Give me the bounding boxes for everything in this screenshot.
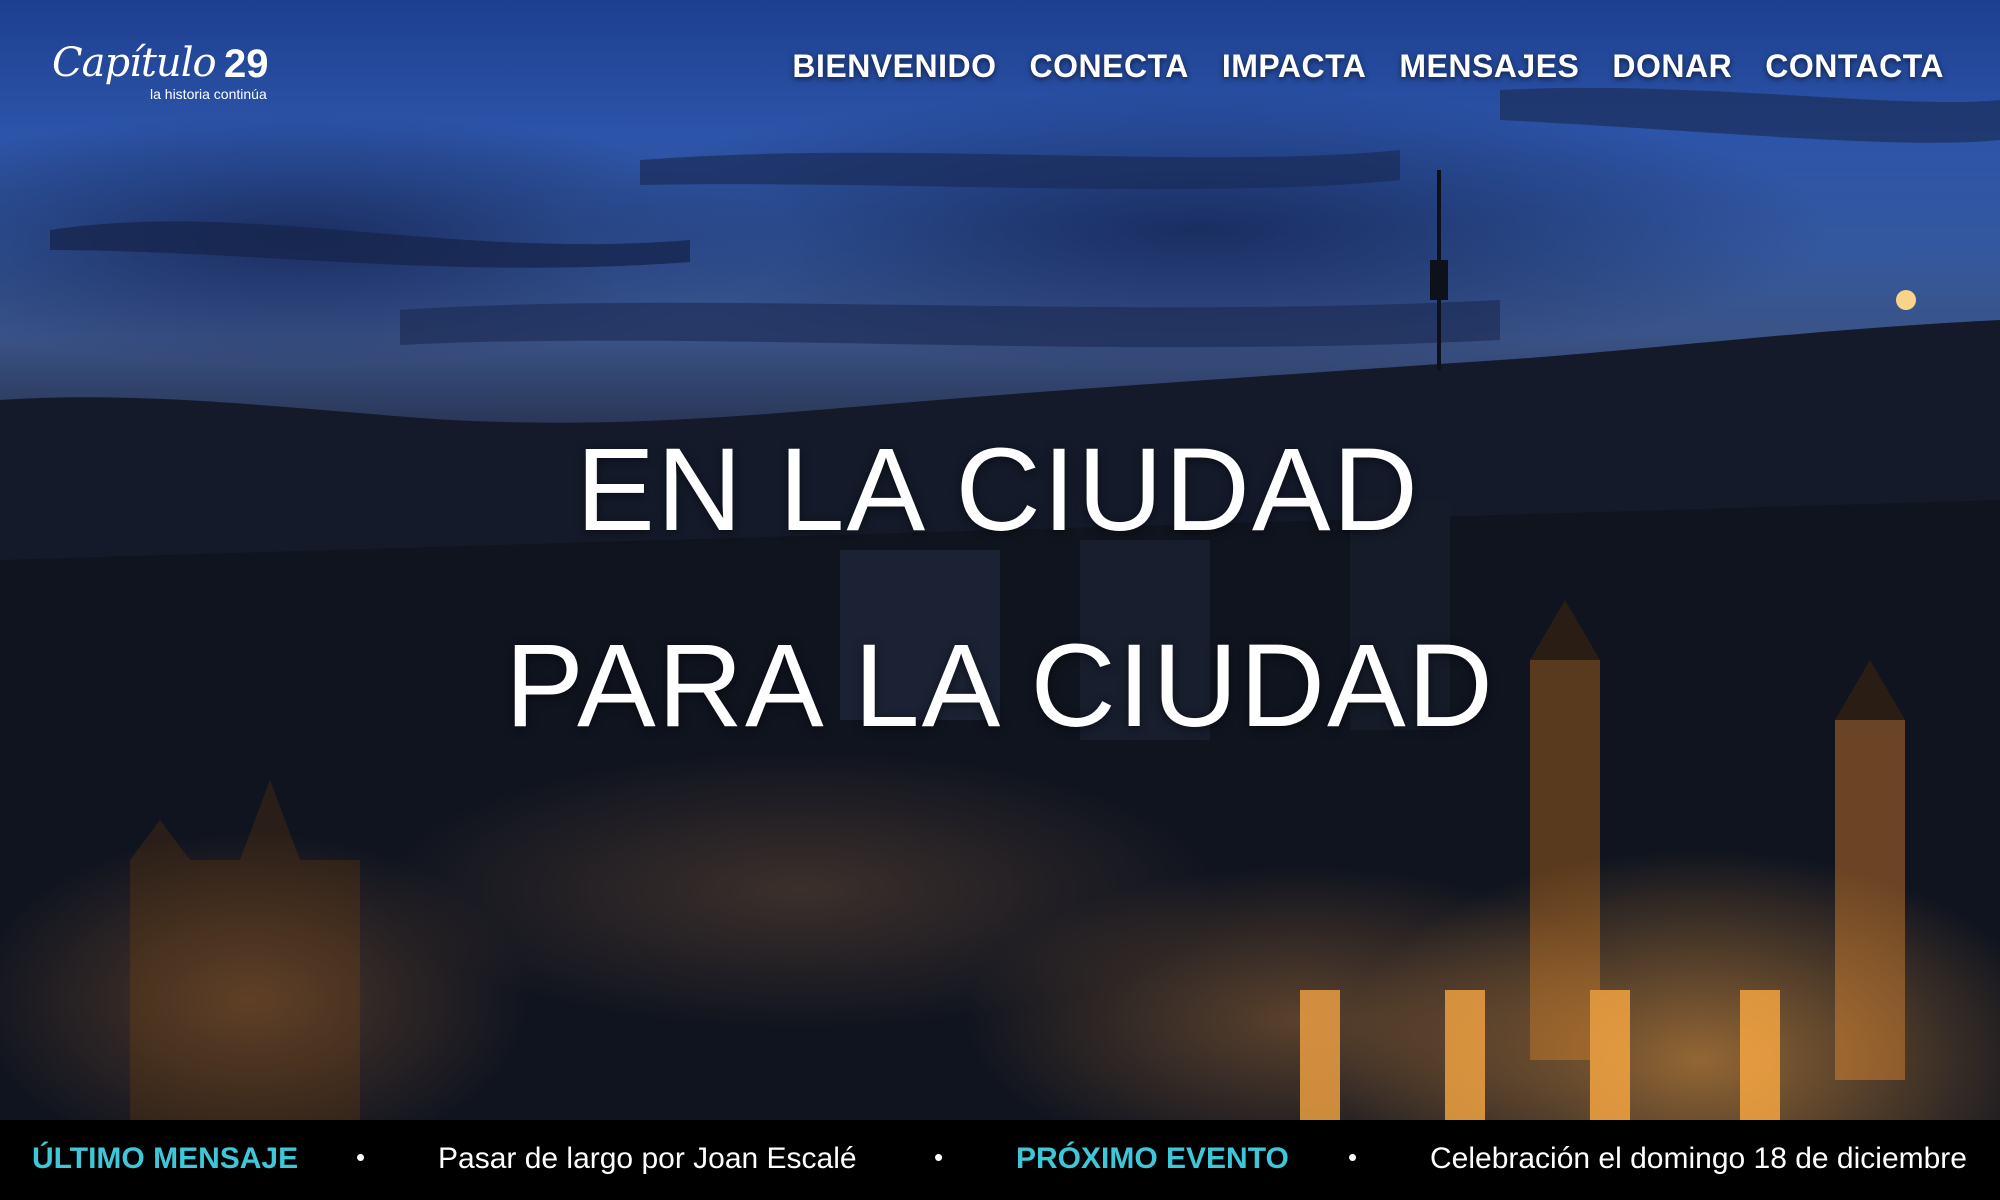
next-event-label[interactable]: PRÓXIMO EVENTO xyxy=(1016,1142,1289,1176)
latest-message-link[interactable]: Pasar de largo por Joan Escalé xyxy=(438,1142,857,1176)
news-ticker-bar: ÚLTIMO MENSAJE • Pasar de largo por Joan… xyxy=(0,1120,2000,1200)
logo-script-text: Capítulo xyxy=(52,40,217,86)
site-header: Capítulo 29 la historia continúa BIENVEN… xyxy=(0,0,2000,140)
main-navigation: BIENVENIDO CONECTA IMPACTA MENSAJES DONA… xyxy=(792,48,1944,85)
hero-headline-line-1: EN LA CIUDAD xyxy=(576,424,1420,556)
ticker-separator: • xyxy=(934,1142,944,1172)
nav-link-contacta[interactable]: CONTACTA xyxy=(1765,48,1944,85)
site-logo[interactable]: Capítulo 29 la historia continúa xyxy=(52,36,292,108)
nav-link-conecta[interactable]: CONECTA xyxy=(1029,48,1188,85)
latest-message-label[interactable]: ÚLTIMO MENSAJE xyxy=(32,1142,298,1176)
nav-link-impacta[interactable]: IMPACTA xyxy=(1222,48,1367,85)
nav-link-bienvenido[interactable]: BIENVENIDO xyxy=(792,48,996,85)
next-event-link[interactable]: Celebración el domingo 18 de diciembre xyxy=(1430,1142,1967,1176)
ticker-separator: • xyxy=(356,1142,366,1172)
hero-headline: EN LA CIUDAD PARA LA CIUDAD xyxy=(0,430,2000,746)
nav-link-donar[interactable]: DONAR xyxy=(1612,48,1732,85)
logo-tagline: la historia continúa xyxy=(150,86,267,102)
ticker-separator: • xyxy=(1348,1142,1358,1172)
logo-number: 29 xyxy=(224,42,269,86)
hero-headline-line-2: PARA LA CIUDAD xyxy=(505,620,1495,752)
nav-link-mensajes[interactable]: MENSAJES xyxy=(1399,48,1579,85)
